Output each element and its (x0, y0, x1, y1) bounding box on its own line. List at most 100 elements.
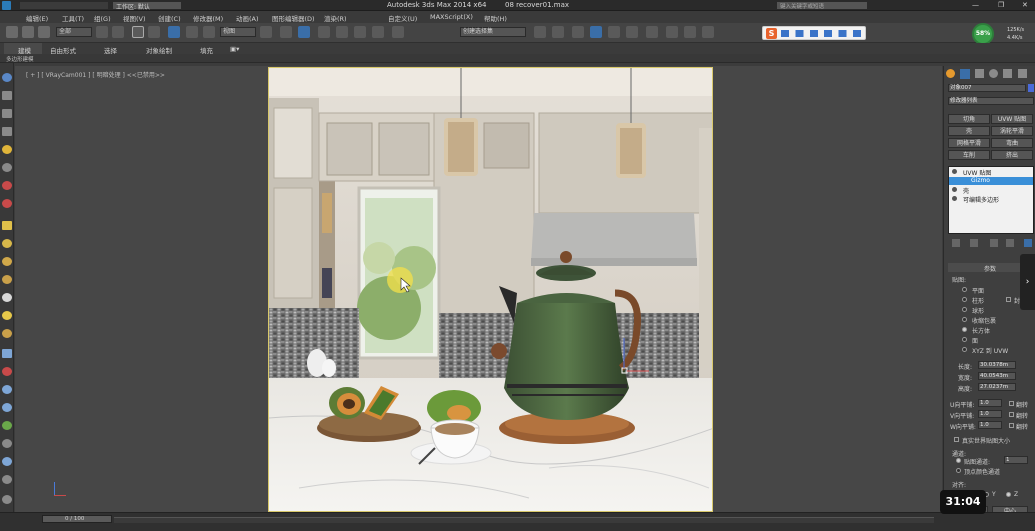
menu-tools[interactable]: 工具(T) (62, 13, 84, 23)
maximize-button[interactable]: ❐ (998, 1, 1004, 9)
make-unique-icon[interactable] (990, 239, 998, 247)
modifier-button-uvw-map[interactable]: UVW 贴图 (991, 114, 1033, 124)
tool-icon-7[interactable] (2, 181, 12, 190)
mapping-radio-box[interactable] (962, 327, 967, 332)
stack-item-editable-poly[interactable]: 可编辑多边形 (963, 195, 999, 204)
menu-maxscript[interactable]: MAXScript(X) (430, 13, 473, 21)
height-input[interactable]: 27.0237m (978, 383, 1016, 391)
remove-modifier-icon[interactable] (1006, 239, 1014, 247)
mapping-radio-xyz-to-uvw[interactable] (962, 347, 967, 352)
modifier-button-lathe[interactable]: 车削 (948, 150, 990, 160)
mapping-radio-spherical[interactable] (962, 307, 967, 312)
graphite-ribbon-icon[interactable] (590, 26, 602, 38)
render-setup-icon[interactable] (666, 26, 678, 38)
tool-icon-6[interactable] (2, 163, 12, 172)
vertex-color-radio[interactable] (956, 468, 961, 473)
stack-item-uvw-map[interactable]: UVW 贴图 (963, 168, 991, 177)
stack-bulb-icon[interactable] (952, 196, 957, 201)
modifier-stack[interactable]: UVW 贴图 Gizmo 壳 可编辑多边形 (948, 166, 1034, 234)
select-move-icon[interactable] (168, 26, 180, 38)
width-input[interactable]: 40.0543m (978, 372, 1016, 380)
panel-expand-tab[interactable]: › (1020, 254, 1035, 310)
tool-icon-5[interactable] (2, 145, 12, 154)
v-tile-input[interactable]: 1.0 (978, 410, 1002, 418)
rendered-frame-icon[interactable] (684, 26, 696, 38)
menu-views[interactable]: 视图(V) (123, 13, 146, 23)
modifier-button-shell[interactable]: 壳 (948, 126, 990, 136)
modify-tab-icon[interactable] (960, 69, 970, 79)
tool-icon-8[interactable] (2, 199, 12, 208)
tool-icon-9[interactable] (2, 221, 12, 230)
selection-filter-dropdown[interactable]: 全部 (56, 27, 92, 37)
stack-bulb-icon[interactable] (952, 169, 957, 174)
mapping-radio-face[interactable] (962, 337, 967, 342)
minimize-button[interactable]: — (972, 1, 979, 9)
modifier-button-turbosmooth[interactable]: 涡轮平滑 (991, 126, 1033, 136)
tool-icon-12[interactable] (2, 275, 12, 284)
menu-animation[interactable]: 动画(A) (236, 13, 259, 23)
material-editor-icon[interactable] (646, 26, 658, 38)
tool-icon-18[interactable] (2, 385, 12, 394)
stack-bulb-icon[interactable] (952, 187, 957, 192)
v-flip-checkbox[interactable] (1009, 412, 1014, 417)
tool-icon-13[interactable] (2, 293, 12, 302)
tool-icon-14[interactable] (2, 311, 12, 320)
modifier-button-chamfer[interactable]: 切角 (948, 114, 990, 124)
modifier-button-meshsmooth[interactable]: 网格平滑 (948, 138, 990, 148)
w-tile-input[interactable]: 1.0 (978, 421, 1002, 429)
object-color-swatch[interactable] (1028, 84, 1034, 92)
pivot-icon[interactable] (260, 26, 272, 38)
track-bar[interactable] (114, 517, 934, 523)
schematic-view-icon[interactable] (626, 26, 638, 38)
realworld-checkbox[interactable] (954, 437, 959, 442)
modifier-button-extrude[interactable]: 挤出 (991, 150, 1033, 160)
mirror-icon[interactable] (534, 26, 546, 38)
tool-icon-19[interactable] (2, 403, 12, 412)
workspace-dropdown[interactable]: 工作区: 默认 (112, 1, 182, 11)
quick-access-toolbar[interactable] (20, 2, 108, 9)
undo-icon[interactable] (6, 26, 18, 38)
time-slider[interactable]: 0 / 100 (42, 515, 112, 523)
percent-snap-icon[interactable] (354, 26, 366, 38)
edit-named-sets-icon[interactable] (392, 26, 404, 38)
select-object-icon[interactable] (96, 26, 108, 38)
object-name-field[interactable]: 对象007 (948, 84, 1026, 92)
spinner-snap-icon[interactable] (372, 26, 384, 38)
menu-customize[interactable]: 自定义(U) (388, 13, 417, 23)
tool-icon-2[interactable] (2, 91, 12, 100)
stack-item-shell[interactable]: 壳 (963, 186, 969, 195)
render-teapot-icon[interactable] (702, 26, 714, 38)
keyboard-shortcut-icon[interactable] (298, 26, 310, 38)
select-scale-icon[interactable] (203, 26, 215, 38)
menu-create[interactable]: 创建(C) (158, 13, 181, 23)
named-selection-dropdown[interactable]: 创建选择集 (460, 27, 526, 37)
tool-icon-21[interactable] (2, 439, 12, 448)
create-tab-icon[interactable] (946, 69, 955, 78)
tool-icon-20[interactable] (2, 421, 12, 430)
viewport-label[interactable]: [ + ] [ VRayCam001 ] [ 明暗处理 ] <<已禁用>> (26, 70, 165, 79)
menu-modifiers[interactable]: 修改器(M) (193, 13, 223, 23)
menu-group[interactable]: 组(G) (94, 13, 111, 23)
ime-toolbar[interactable]: S (762, 26, 866, 40)
map-channel-input[interactable]: 1 (1004, 456, 1028, 464)
reference-coord-dropdown[interactable]: 视图 (220, 27, 256, 37)
unlink-icon[interactable] (38, 26, 50, 38)
angle-snap-icon[interactable] (336, 26, 348, 38)
tool-icon-23[interactable] (2, 475, 12, 484)
select-rotate-icon[interactable] (186, 26, 198, 38)
utilities-tab-icon[interactable] (1018, 69, 1027, 78)
curve-editor-icon[interactable] (608, 26, 620, 38)
u-flip-checkbox[interactable] (1009, 401, 1014, 406)
mapping-radio-planar[interactable] (962, 287, 967, 292)
layer-manager-icon[interactable] (572, 26, 584, 38)
configure-sets-icon[interactable] (1024, 239, 1032, 247)
rect-select-icon[interactable] (132, 26, 144, 38)
w-flip-checkbox[interactable] (1009, 423, 1014, 428)
tool-icon-16[interactable] (2, 349, 12, 358)
tool-icon-11[interactable] (2, 257, 12, 266)
tool-icon-3[interactable] (2, 109, 12, 118)
stack-item-gizmo-row[interactable]: Gizmo (949, 177, 1033, 185)
modifier-list-dropdown[interactable]: 修改器列表 (948, 97, 1034, 105)
menu-edit[interactable]: 编辑(E) (26, 13, 48, 23)
snap-toggle-icon[interactable] (318, 26, 330, 38)
